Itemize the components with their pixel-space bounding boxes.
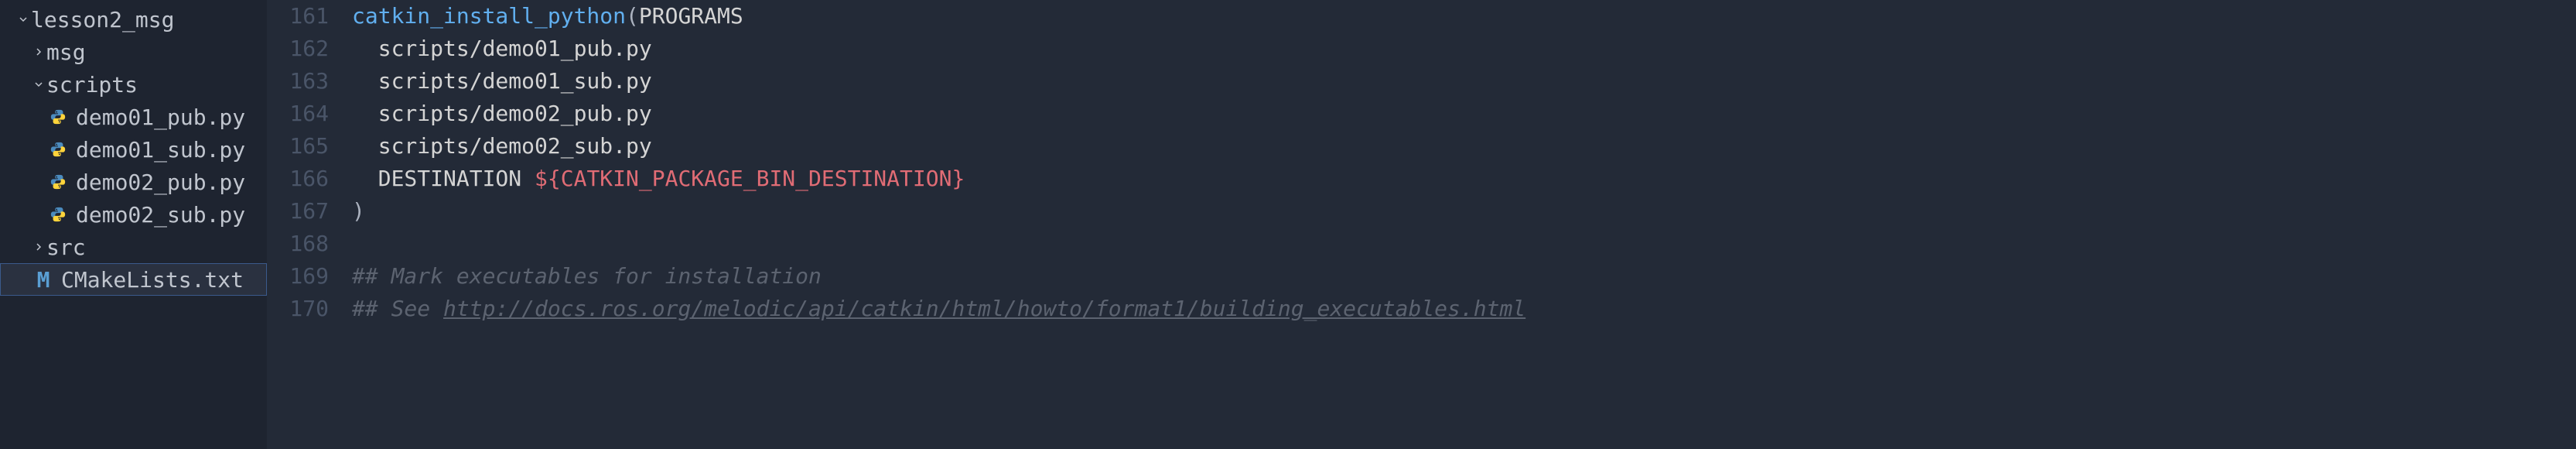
code-line: DESTINATION ${CATKIN_PACKAGE_BIN_DESTINA… <box>352 163 2576 195</box>
file-demo01-sub[interactable]: demo01_sub.py <box>0 133 267 166</box>
file-demo01-pub[interactable]: demo01_pub.py <box>0 101 267 133</box>
python-icon <box>46 173 70 190</box>
cmake-icon: M <box>32 267 55 293</box>
line-number: 162 <box>267 33 329 65</box>
chevron-down-icon <box>31 78 46 91</box>
folder-scripts[interactable]: scripts <box>0 68 267 101</box>
file-demo02-sub[interactable]: demo02_sub.py <box>0 198 267 231</box>
folder-label: scripts <box>46 72 138 98</box>
code-editor[interactable]: 161 162 163 164 165 166 167 168 169 170 … <box>267 0 2576 449</box>
code-line: ## Mark executables for installation <box>352 260 2576 293</box>
folder-label: lesson2_msg <box>31 7 174 33</box>
code-line: ) <box>352 195 2576 228</box>
file-label: demo01_pub.py <box>76 105 245 130</box>
file-explorer: lesson2_msg msg scripts demo01_pub.py de… <box>0 0 267 449</box>
folder-src[interactable]: src <box>0 231 267 263</box>
line-number-gutter: 161 162 163 164 165 166 167 168 169 170 <box>267 0 352 449</box>
line-number: 165 <box>267 130 329 163</box>
line-number: 170 <box>267 293 329 325</box>
file-label: CMakeLists.txt <box>61 267 244 293</box>
python-icon <box>46 206 70 223</box>
code-content[interactable]: catkin_install_python(PROGRAMS scripts/d… <box>352 0 2576 449</box>
line-number: 168 <box>267 228 329 260</box>
file-label: demo02_sub.py <box>76 202 245 228</box>
code-line <box>352 228 2576 260</box>
file-cmakelists[interactable]: M CMakeLists.txt <box>0 263 267 296</box>
code-line: scripts/demo02_sub.py <box>352 130 2576 163</box>
code-line: scripts/demo01_pub.py <box>352 33 2576 65</box>
chevron-down-icon <box>15 13 31 26</box>
line-number: 164 <box>267 98 329 130</box>
code-line: scripts/demo02_pub.py <box>352 98 2576 130</box>
line-number: 167 <box>267 195 329 228</box>
line-number: 163 <box>267 65 329 98</box>
code-line: catkin_install_python(PROGRAMS <box>352 0 2576 33</box>
chevron-right-icon <box>31 241 46 253</box>
folder-label: msg <box>46 39 86 65</box>
file-label: demo02_pub.py <box>76 170 245 195</box>
folder-lesson2-msg[interactable]: lesson2_msg <box>0 3 267 36</box>
line-number: 161 <box>267 0 329 33</box>
line-number: 166 <box>267 163 329 195</box>
file-label: demo01_sub.py <box>76 137 245 163</box>
code-line: scripts/demo01_sub.py <box>352 65 2576 98</box>
folder-label: src <box>46 235 86 260</box>
code-line: ## See http://docs.ros.org/melodic/api/c… <box>352 293 2576 325</box>
chevron-right-icon <box>31 46 46 58</box>
folder-msg[interactable]: msg <box>0 36 267 68</box>
python-icon <box>46 108 70 125</box>
line-number: 169 <box>267 260 329 293</box>
python-icon <box>46 141 70 158</box>
file-demo02-pub[interactable]: demo02_pub.py <box>0 166 267 198</box>
